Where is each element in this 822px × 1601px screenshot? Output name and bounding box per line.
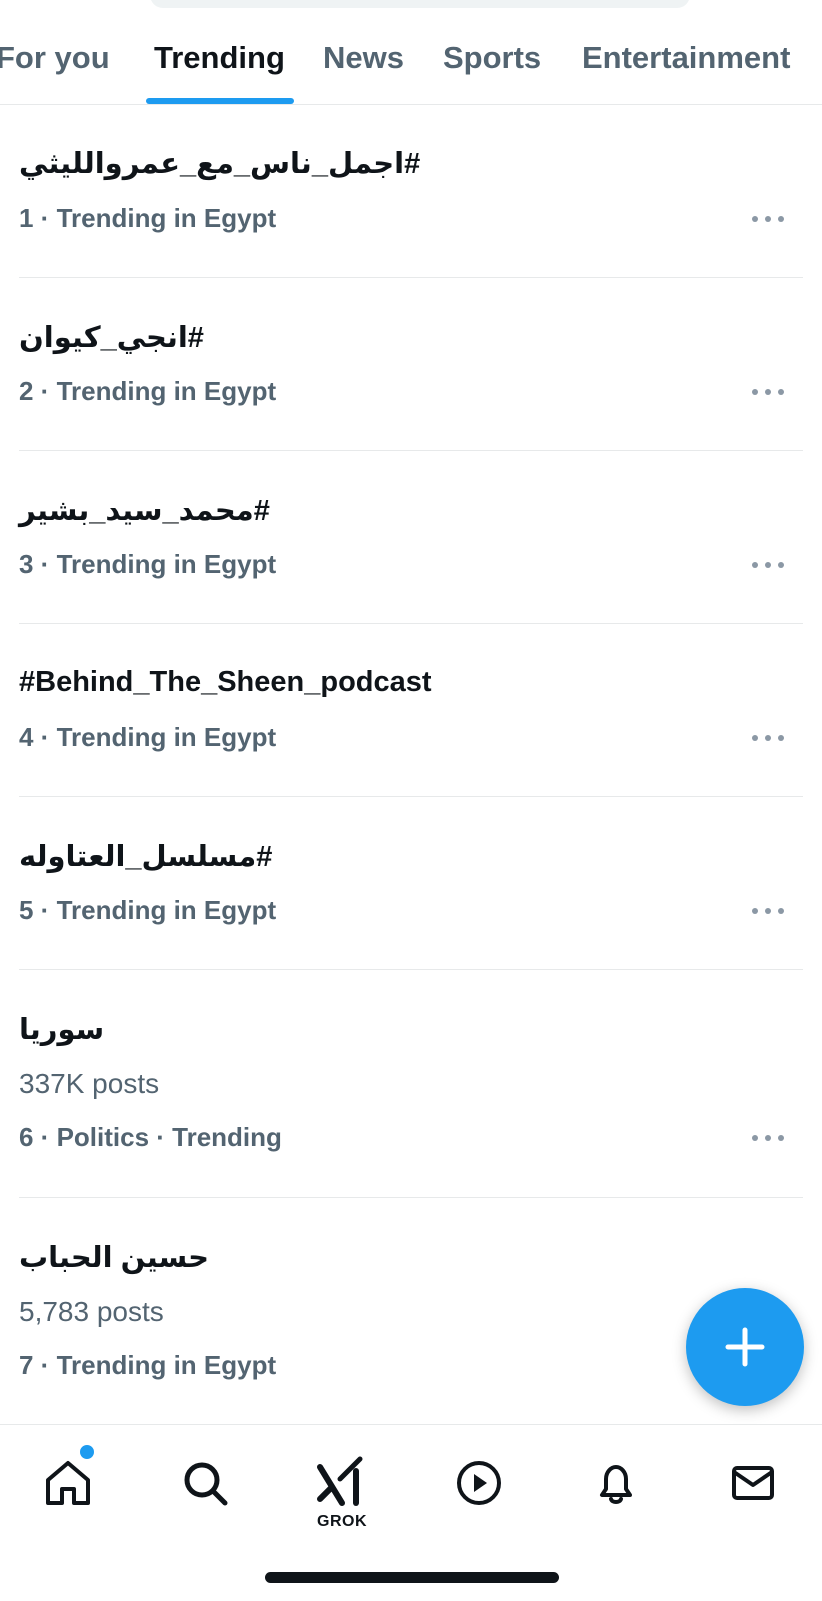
trend-post-count: 5,783 posts xyxy=(19,1296,164,1327)
more-options-icon[interactable] xyxy=(752,733,786,743)
trend-meta: 4 · Trending in Egypt xyxy=(19,722,277,752)
more-options-icon[interactable] xyxy=(752,387,786,397)
trend-item[interactable]: #اجمل_ناس_مع_عمروالليثي 1 · Trending in … xyxy=(0,104,822,278)
grok-label: GROK xyxy=(317,1513,367,1530)
tab-entertainment[interactable]: Entertainment xyxy=(582,40,790,76)
trend-item[interactable]: #Behind_The_Sheen_podcast 4 · Trending i… xyxy=(0,624,822,797)
tab-trending[interactable]: Trending xyxy=(154,40,285,76)
nav-video[interactable] xyxy=(449,1453,509,1513)
home-indicator-bar xyxy=(265,1572,559,1583)
explore-tabs: For you Trending News Sports Entertainme… xyxy=(0,0,822,105)
bell-icon xyxy=(600,1465,632,1504)
trend-meta: 2 · Trending in Egypt xyxy=(19,376,277,406)
tab-sports[interactable]: Sports xyxy=(443,40,541,76)
grok-icon xyxy=(317,1456,363,1506)
trend-meta: 7 · Trending in Egypt xyxy=(19,1350,277,1380)
nav-grok[interactable]: GROK xyxy=(312,1453,372,1530)
trend-title: #مسلسل_العتاوله xyxy=(19,841,273,873)
trend-item[interactable]: #محمد_سيد_بشير 3 · Trending in Egypt xyxy=(0,451,822,624)
trend-title: حسين الحباب xyxy=(19,1242,210,1274)
trend-meta: 1 · Trending in Egypt xyxy=(19,203,277,233)
envelope-icon xyxy=(732,1466,774,1500)
trend-title: #محمد_سيد_بشير xyxy=(19,495,270,527)
plus-icon xyxy=(725,1327,765,1367)
home-notification-dot xyxy=(78,1443,96,1461)
search-icon xyxy=(184,1462,228,1506)
more-options-icon[interactable] xyxy=(752,214,786,224)
nav-notifications[interactable] xyxy=(586,1453,646,1513)
compose-post-button[interactable] xyxy=(686,1288,804,1406)
trend-item[interactable]: #انجي_كيوان 2 · Trending in Egypt xyxy=(0,278,822,451)
trend-item[interactable]: #مسلسل_العتاوله 5 · Trending in Egypt xyxy=(0,797,822,970)
nav-search[interactable] xyxy=(175,1453,235,1513)
trend-post-count: 337K posts xyxy=(19,1068,160,1099)
tab-news[interactable]: News xyxy=(323,40,404,76)
play-circle-icon xyxy=(457,1461,501,1505)
nav-messages[interactable] xyxy=(723,1453,783,1513)
trend-meta: 5 · Trending in Egypt xyxy=(19,895,277,925)
trend-title: #اجمل_ناس_مع_عمروالليثي xyxy=(19,148,421,180)
trend-meta: 3 · Trending in Egypt xyxy=(19,549,277,579)
trend-title: #انجي_كيوان xyxy=(19,322,204,354)
more-options-icon[interactable] xyxy=(752,1133,786,1143)
trend-item[interactable]: سوريا 337K posts 6 · Politics · Trending xyxy=(0,970,822,1198)
nav-home[interactable] xyxy=(38,1453,98,1513)
tab-for-you[interactable]: For you xyxy=(0,40,110,76)
more-options-icon[interactable] xyxy=(752,560,786,570)
more-options-icon[interactable] xyxy=(752,906,786,916)
home-icon xyxy=(46,1461,90,1505)
trend-title: #Behind_The_Sheen_podcast xyxy=(19,666,432,698)
trend-meta: 6 · Politics · Trending xyxy=(19,1122,282,1152)
trend-title: سوريا xyxy=(19,1014,105,1046)
